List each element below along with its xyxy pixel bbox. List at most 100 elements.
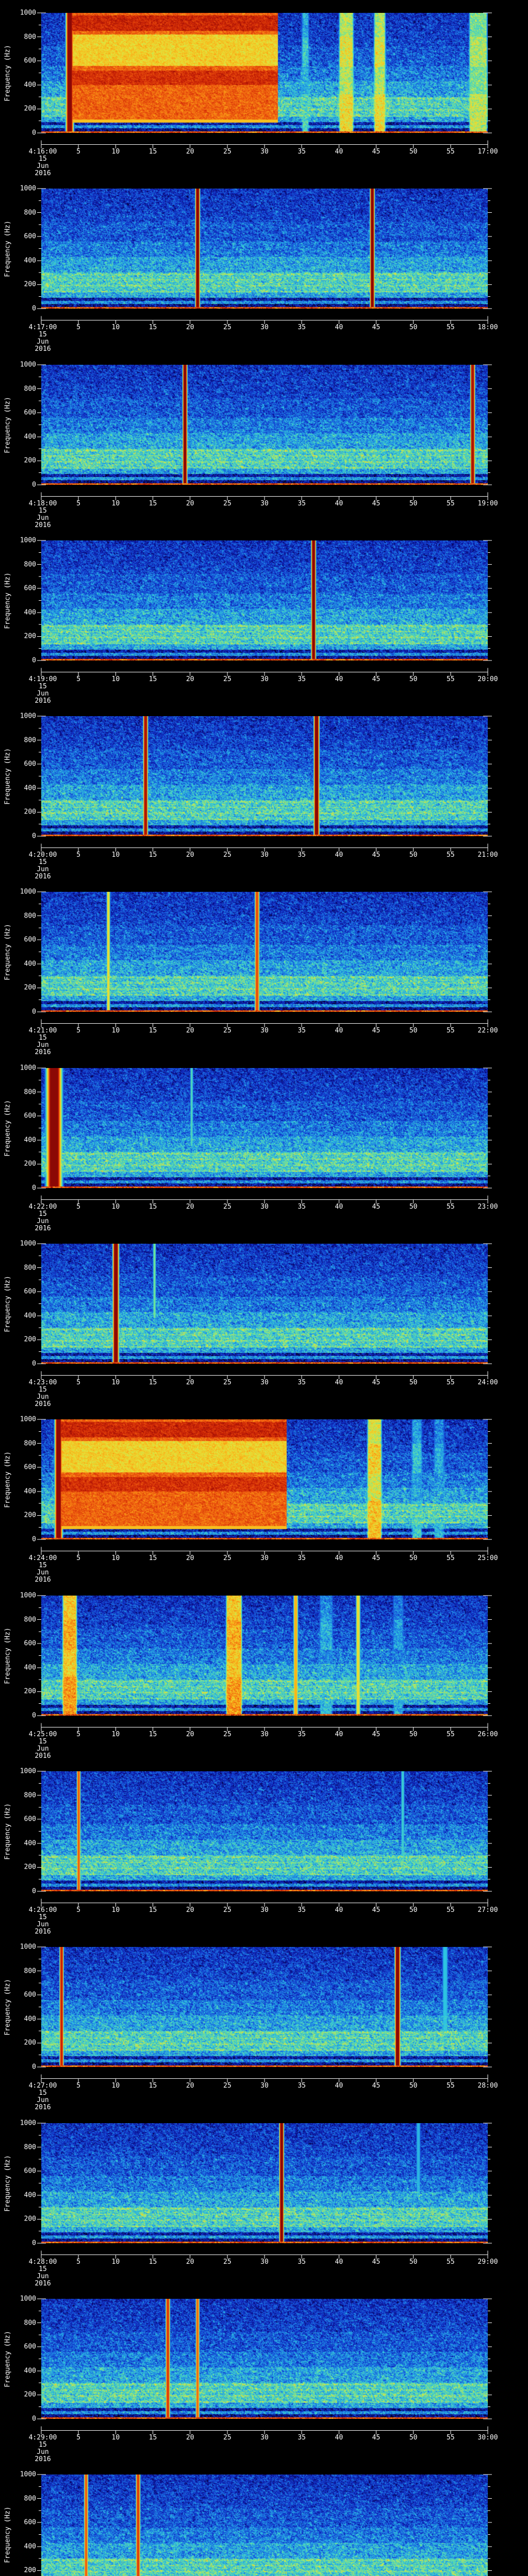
y-tick-label: 400	[24, 1487, 36, 1496]
x-tick-label: 30	[260, 1731, 269, 1738]
x-date-label: Jun	[37, 1393, 49, 1401]
x-tick-label: 55	[447, 1379, 455, 1386]
y-tick-label: 800	[24, 1616, 36, 1624]
x-start-time-label: 4:17:00	[28, 324, 57, 331]
x-date-label: 15	[39, 2441, 47, 2449]
y-tick-label: 600	[24, 1991, 36, 1999]
y-tick-label: 400	[24, 2367, 36, 2375]
y-tick-label: 800	[24, 33, 36, 41]
y-axis-title: Frequency (Hz)	[4, 1627, 12, 1684]
y-tick-label: 600	[24, 57, 36, 65]
x-end-time-label: 20:00	[477, 675, 498, 683]
x-date-label: 15	[39, 2265, 47, 2273]
x-tick-label: 40	[335, 1554, 343, 1562]
y-tick-label: 800	[24, 1264, 36, 1272]
x-tick-label: 20	[186, 1906, 194, 1914]
x-tick-label: 35	[298, 1554, 306, 1562]
spectrogram-panel-5: 1000 800 600 400 200 0 Frequency (Hz) 5 10 15 20 25…	[0, 703, 528, 880]
x-date-label: Jun	[37, 1217, 49, 1225]
x-tick-label: 45	[372, 1731, 381, 1738]
x-tick-label: 35	[298, 1027, 306, 1035]
y-tick-label: 800	[24, 385, 36, 393]
y-tick-label: 600	[24, 232, 36, 241]
x-start-time-label: 4:25:00	[28, 1731, 57, 1738]
x-tick-label: 45	[372, 1203, 381, 1211]
y-axis-title: Frequency (Hz)	[4, 220, 12, 277]
x-tick-label: 50	[409, 148, 418, 156]
x-end-time-label: 22:00	[477, 1027, 498, 1035]
x-tick-label: 35	[298, 851, 306, 859]
y-tick-label: 200	[24, 1335, 36, 1344]
x-tick-label: 5	[76, 1554, 81, 1562]
x-tick-label: 55	[447, 2082, 455, 2090]
y-tick-label: 800	[24, 736, 36, 744]
x-tick-label: 50	[409, 1906, 418, 1914]
x-tick-label: 15	[148, 148, 157, 156]
x-tick-label: 35	[298, 2082, 306, 2090]
x-tick-label: 10	[111, 1731, 120, 1738]
y-tick-label: 800	[24, 912, 36, 920]
x-end-time-label: 18:00	[477, 324, 498, 331]
x-tick-label: 35	[298, 148, 306, 156]
x-tick-label: 40	[335, 324, 343, 331]
x-tick-label: 5	[76, 148, 81, 156]
y-tick-label: 800	[24, 1088, 36, 1096]
x-date-label: Jun	[37, 1569, 49, 1577]
x-tick-label: 25	[223, 148, 232, 156]
x-tick-label: 35	[298, 1731, 306, 1738]
x-tick-label: 45	[372, 2082, 381, 2090]
y-tick-label: 400	[24, 2543, 36, 2551]
x-tick-label: 5	[76, 1379, 81, 1386]
y-tick-label: 0	[32, 481, 36, 489]
y-tick-label: 400	[24, 433, 36, 441]
y-axis-title: Frequency (Hz)	[4, 44, 12, 101]
x-tick-label: 40	[335, 1027, 343, 1035]
x-tick-label: 20	[186, 1203, 194, 1211]
spectrogram-panel-6: 1000 800 600 400 200 0 Frequency (Hz) 5 10 15 20 25…	[0, 879, 528, 1056]
x-start-time-label: 4:28:00	[28, 2258, 57, 2266]
spectrogram-panel-2: 1000 800 600 400 200 0 Frequency (Hz) 5 10 15 20 25…	[0, 176, 528, 353]
y-tick-label: 600	[24, 760, 36, 768]
x-tick-label: 55	[447, 1731, 455, 1738]
x-tick-label: 45	[372, 1554, 381, 1562]
y-tick-label: 400	[24, 1839, 36, 1848]
spectrogram-panel-12: 1000 800 600 400 200 0 Frequency (Hz) 5 10 15 20 25…	[0, 1934, 528, 2111]
y-tick-label: 1000	[20, 536, 36, 545]
x-start-time-label: 4:29:00	[28, 2434, 57, 2442]
x-tick-label: 10	[111, 2082, 120, 2090]
y-tick-label: 600	[24, 1112, 36, 1120]
y-tick-label: 200	[24, 2391, 36, 2399]
x-tick-label: 50	[409, 1027, 418, 1035]
y-tick-label: 600	[24, 2518, 36, 2527]
y-tick-label: 1000	[20, 1767, 36, 1775]
x-tick-label: 10	[111, 148, 120, 156]
y-tick-label: 200	[24, 632, 36, 640]
y-tick-label: 1000	[20, 1943, 36, 1951]
x-tick-label: 5	[76, 1027, 81, 1035]
x-tick-label: 50	[409, 2258, 418, 2266]
x-tick-label: 30	[260, 1379, 269, 1386]
x-end-time-label: 19:00	[477, 500, 498, 507]
x-tick-label: 50	[409, 500, 418, 507]
x-tick-label: 10	[111, 1027, 120, 1035]
x-tick-label: 55	[447, 148, 455, 156]
x-tick-label: 20	[186, 675, 194, 683]
y-tick-label: 800	[24, 1439, 36, 1448]
x-tick-label: 30	[260, 1554, 269, 1562]
y-tick-label: 1000	[20, 2119, 36, 2127]
x-tick-label: 45	[372, 1027, 381, 1035]
y-axis-title: Frequency (Hz)	[4, 1099, 12, 1157]
y-tick-label: 400	[24, 257, 36, 265]
x-end-time-label: 24:00	[477, 1379, 498, 1386]
y-tick-label: 400	[24, 960, 36, 968]
y-tick-label: 200	[24, 2039, 36, 2047]
x-tick-label: 50	[409, 1379, 418, 1386]
x-date-label: Jun	[37, 1041, 49, 1049]
x-date-label: 15	[39, 2089, 47, 2097]
x-date-label: Jun	[37, 690, 49, 698]
x-tick-label: 10	[111, 2258, 120, 2266]
x-tick-label: 45	[372, 851, 381, 859]
x-tick-label: 15	[148, 1731, 157, 1738]
x-tick-label: 55	[447, 1906, 455, 1914]
y-tick-label: 0	[32, 1711, 36, 1720]
